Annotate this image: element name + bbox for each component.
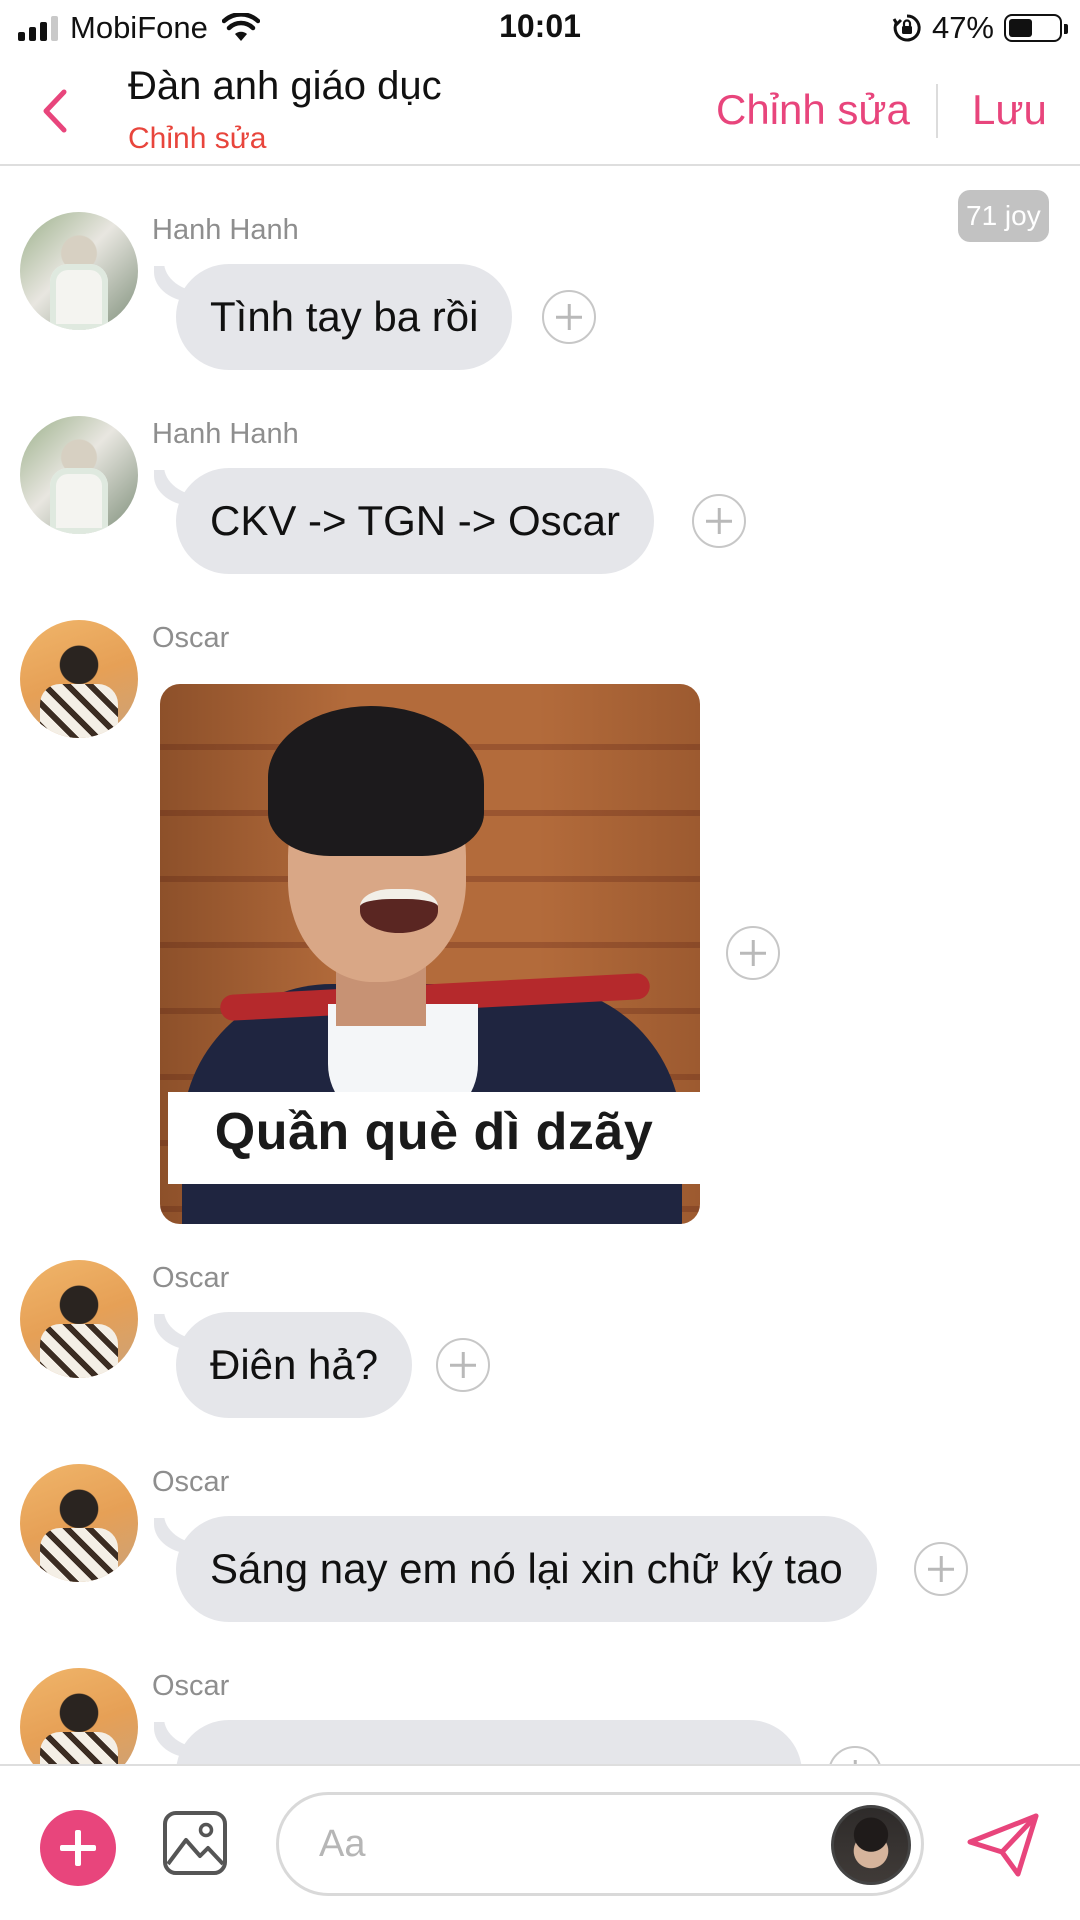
orientation-lock-icon	[892, 14, 921, 42]
chat-header: Đàn anh giáo dục Chỉnh sửa Chỉnh sửa Lưu	[0, 56, 1080, 166]
message-bubble[interactable]: Tình tay ba rồi	[176, 264, 513, 370]
save-button[interactable]: Lưu	[972, 86, 1047, 134]
add-reaction-icon[interactable]	[914, 1542, 968, 1596]
edit-button[interactable]: Chỉnh sửa	[716, 86, 910, 134]
battery-icon	[1004, 14, 1068, 42]
battery-percent: 47%	[931, 10, 994, 45]
chat-title[interactable]: Đàn anh giáo dục	[128, 64, 442, 109]
meme-image[interactable]: Quần què dì dzãy	[160, 684, 700, 1224]
message-input[interactable]: Aa	[276, 1792, 924, 1896]
joy-badge: 71 joy	[958, 190, 1049, 242]
add-reaction-icon[interactable]	[542, 290, 596, 344]
message-bubble[interactable]	[176, 1720, 802, 1764]
message-input-placeholder: Aa	[319, 1823, 366, 1865]
avatar[interactable]	[20, 1260, 138, 1378]
status-right: 47%	[892, 8, 1068, 48]
header-divider	[936, 84, 938, 138]
sender-name: Oscar	[152, 622, 230, 654]
avatar[interactable]	[20, 1668, 138, 1764]
composer-bar: Aa	[0, 1764, 1080, 1920]
message-bubble[interactable]: CKV -> TGN -> Oscar	[176, 468, 654, 574]
sender-name: Oscar	[152, 1670, 230, 1702]
add-icon[interactable]	[40, 1810, 116, 1886]
message-bubble[interactable]: Sáng nay em nó lại xin chữ ký tao	[176, 1516, 877, 1622]
sender-name: Oscar	[152, 1262, 230, 1294]
message-list[interactable]: 71 joy Hanh Hanh Tình tay ba rồi Hanh Ha…	[0, 168, 1080, 1764]
add-reaction-icon[interactable]	[828, 1746, 882, 1764]
sender-name: Hanh Hanh	[152, 214, 299, 246]
add-reaction-icon[interactable]	[436, 1338, 490, 1392]
sender-name: Hanh Hanh	[152, 418, 299, 450]
back-chevron-icon[interactable]	[36, 86, 76, 136]
battery-level	[1009, 19, 1032, 37]
avatar[interactable]	[831, 1805, 911, 1885]
avatar[interactable]	[20, 620, 138, 738]
add-reaction-icon[interactable]	[726, 926, 780, 980]
status-bar: MobiFone 10:01 47%	[0, 0, 1080, 56]
avatar[interactable]	[20, 416, 138, 534]
avatar[interactable]	[20, 212, 138, 330]
send-icon[interactable]	[966, 1812, 1040, 1878]
message-bubble[interactable]: Điên hả?	[176, 1312, 413, 1418]
avatar[interactable]	[20, 1464, 138, 1582]
meme-caption: Quần què dì dzãy	[214, 1103, 654, 1161]
image-icon[interactable]	[162, 1810, 228, 1876]
sender-name: Oscar	[152, 1466, 230, 1498]
add-reaction-icon[interactable]	[692, 494, 746, 548]
chat-subtitle[interactable]: Chỉnh sửa	[128, 122, 267, 156]
